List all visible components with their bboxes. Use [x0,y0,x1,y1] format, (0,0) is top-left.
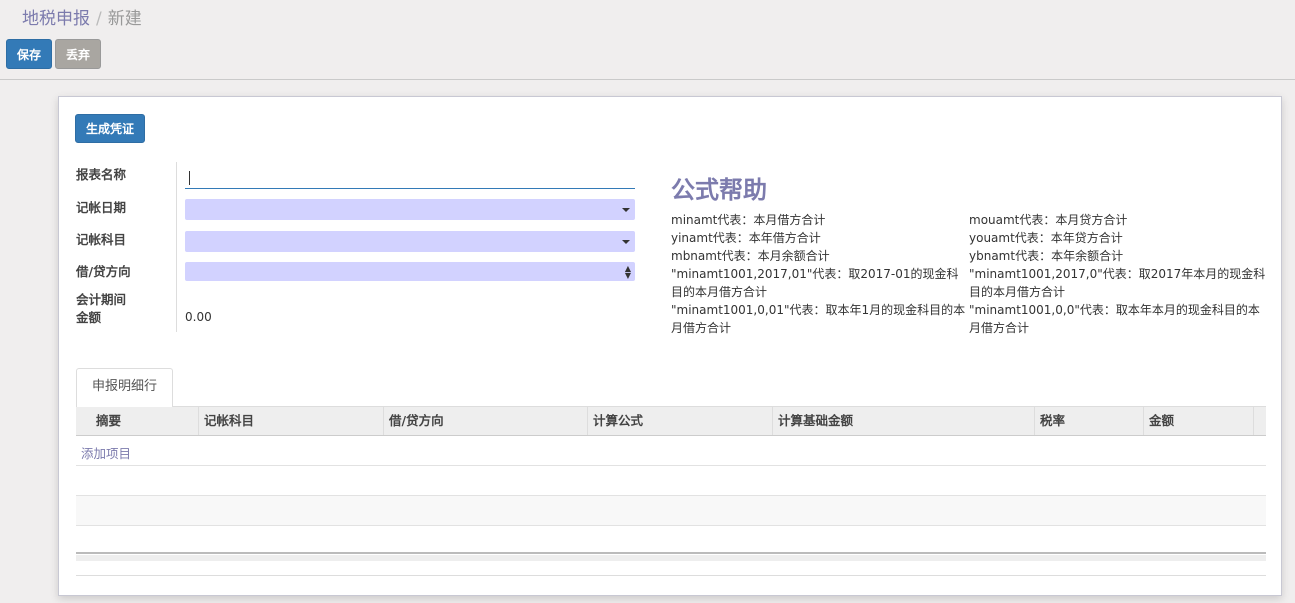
tab-declaration-lines[interactable]: 申报明细行 [76,368,173,407]
breadcrumb: 地税申报 / 新建 [22,4,142,29]
control-panel: 地税申报 / 新建 保存 丢弃 [0,0,1295,80]
help-line: mouamt代表：本月贷方合计 [969,213,1128,227]
breadcrumb-root-link[interactable]: 地税申报 [22,9,90,29]
help-line: ybnamt代表：本年余额合计 [969,249,1124,263]
chevron-down-icon [622,208,630,212]
period-amount-label-line1: 会计期间 [76,292,127,307]
table-row: 添加项目 [76,436,1266,466]
column-header[interactable]: 记帐科目 [198,407,383,435]
table-header: 摘要 记帐科目 借/贷方向 计算公式 计算基础金额 税率 金额 [76,407,1266,436]
form-view: 生成凭证 报表名称 记帐日期 记帐科目 借/贷方向 ▲ ▼ 会计期间 金额 0.0… [0,80,1295,603]
generate-voucher-button[interactable]: 生成凭证 [75,114,145,143]
table-footer-divider [76,575,1266,576]
save-button[interactable]: 保存 [6,39,52,69]
breadcrumb-separator: / [96,9,102,29]
formula-help-title: 公式帮助 [671,176,767,204]
posting-date-label: 记帐日期 [76,200,127,215]
discard-button[interactable]: 丢弃 [55,39,101,69]
column-header[interactable]: 税率 [1034,407,1143,435]
declaration-lines-table: 摘要 记帐科目 借/贷方向 计算公式 计算基础金额 税率 金额 添加项目 [76,407,1266,556]
help-line: mbnamt代表：本月余额合计 [671,249,830,263]
table-footer-border [76,552,1266,554]
column-header[interactable]: 摘要 [76,407,198,435]
report-name-label: 报表名称 [76,167,127,182]
column-header[interactable]: 金额 [1143,407,1253,435]
formula-help-left: minamt代表：本月借方合计 yinamt代表：本年借方合计 mbnamt代表… [671,211,969,337]
posting-account-select[interactable] [185,231,635,252]
chevron-down-icon [622,240,630,244]
formula-help-right: mouamt代表：本月贷方合计 youamt代表：本年贷方合计 ybnamt代表… [969,211,1267,337]
report-name-input[interactable] [185,169,635,189]
column-header-filler [1253,407,1266,435]
table-row [76,496,1266,526]
help-line: youamt代表：本年贷方合计 [969,231,1123,245]
help-line: "minamt1001,2017,0"代表：取2017年本月的现金科目的本月借方… [969,267,1266,299]
help-line: "minamt1001,2017,01"代表：取2017-01的现金科目的本月借… [671,267,959,299]
table-row [76,466,1266,496]
period-amount-label-line2: 金额 [76,310,102,325]
label-divider [176,162,177,332]
breadcrumb-current: 新建 [107,9,142,29]
help-line: yinamt代表：本年借方合计 [671,231,821,245]
help-line: "minamt1001,0,0"代表：取本年本月的现金科目的本月借方合计 [969,303,1260,335]
add-item-link[interactable]: 添加项目 [81,443,131,462]
direction-label: 借/贷方向 [76,264,131,279]
help-line: "minamt1001,0,01"代表：取本年1月的现金科目的本月借方合计 [671,303,966,335]
table-footer [76,555,1266,561]
form-sheet: 生成凭证 报表名称 记帐日期 记帐科目 借/贷方向 ▲ ▼ 会计期间 金额 0.0… [58,96,1282,596]
updown-arrows-icon: ▲ ▼ [624,264,631,280]
posting-account-label: 记帐科目 [76,232,127,247]
help-line: minamt代表：本月借方合计 [671,213,826,227]
direction-select[interactable]: ▲ ▼ [185,262,635,281]
column-header[interactable]: 计算基础金额 [772,407,1034,435]
posting-date-select[interactable] [185,199,635,220]
text-caret [189,171,190,185]
period-amount-value: 0.00 [185,310,212,324]
column-header[interactable]: 计算公式 [587,407,772,435]
column-header[interactable]: 借/贷方向 [383,407,587,435]
